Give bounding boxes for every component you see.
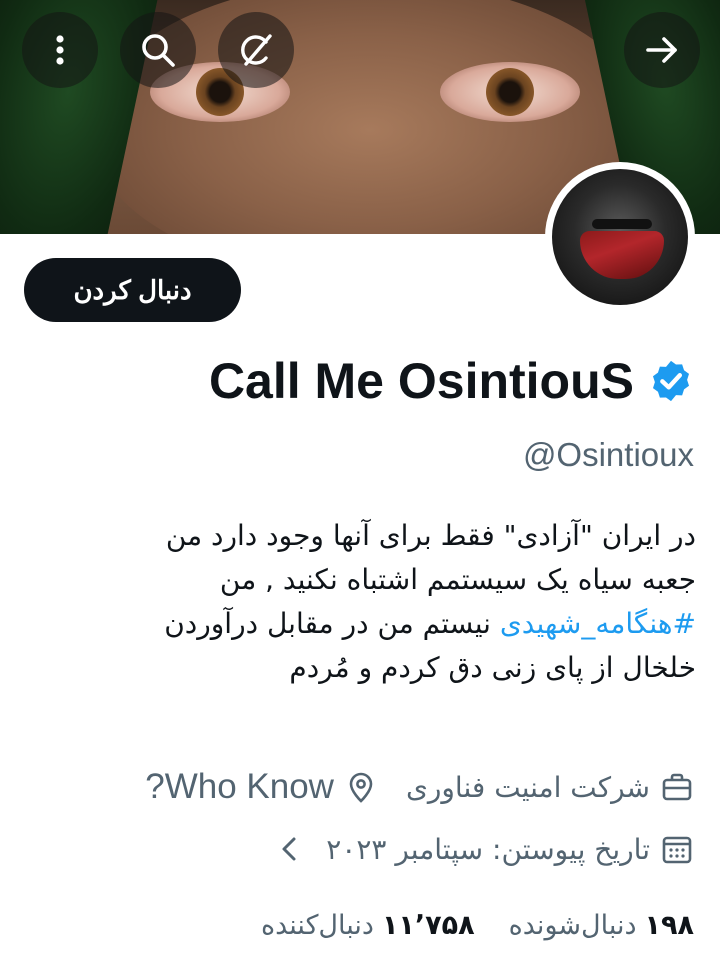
briefcase-icon [660,770,694,804]
profile-category: شرکت امنیت فناوری [405,770,650,804]
verified-badge-icon[interactable] [648,358,694,404]
bio-line: در ایران "آزادی" فقط برای آنها وجود دارد… [165,519,696,552]
bio-hashtag-link[interactable]: #هنگامه_شهیدی [500,607,696,640]
followers-stat[interactable]: ۱۱٬۷۵۸دنبال‌کننده [261,910,475,941]
grok-icon [241,34,272,66]
avatar-image [552,169,688,305]
user-handle: @Osintioux [522,436,694,473]
chevron-left-icon[interactable] [272,832,306,866]
joined-row[interactable]: تاریخ پیوستن: سپتامبر ۲۰۲۳ [262,824,694,874]
profile-meta-row: شرکت امنیت فناوری Who Know? [145,762,694,812]
calendar-icon [660,832,694,866]
following-stat[interactable]: ۱۹۸دنبال‌شونده [509,910,694,941]
display-name-row: Call Me OsintiouS [209,346,694,416]
more-icon [56,35,64,65]
follow-button[interactable]: دنبال کردن [24,258,241,322]
search-icon [142,34,175,67]
bio-line: خلخال از پای زنی دق کردم و مُردم [289,651,696,684]
forward-button[interactable] [624,12,700,88]
joined-date: تاریخ پیوستن: سپتامبر ۲۰۲۳ [326,832,650,866]
bio-line: جعبه سیاه یک سیستمم اشتباه نکنید , من [219,563,696,596]
follow-stats: ۱۹۸دنبال‌شونده ۱۱٬۷۵۸دنبال‌کننده [261,902,694,948]
banner-eye-right [440,62,580,122]
search-button[interactable] [120,12,196,88]
profile-bio: در ایران "آزادی" فقط برای آنها وجود دارد… [46,514,696,690]
grok-button[interactable] [218,12,294,88]
more-button[interactable] [22,12,98,88]
location-pin-icon [344,770,378,804]
profile-location: Who Know? [145,767,334,806]
display-name: Call Me OsintiouS [208,353,634,409]
bio-line: #هنگامه_شهیدی نیستم من در مقابل درآوردن [164,607,696,640]
profile-avatar[interactable] [545,162,695,312]
forward-arrow-icon [646,37,677,63]
